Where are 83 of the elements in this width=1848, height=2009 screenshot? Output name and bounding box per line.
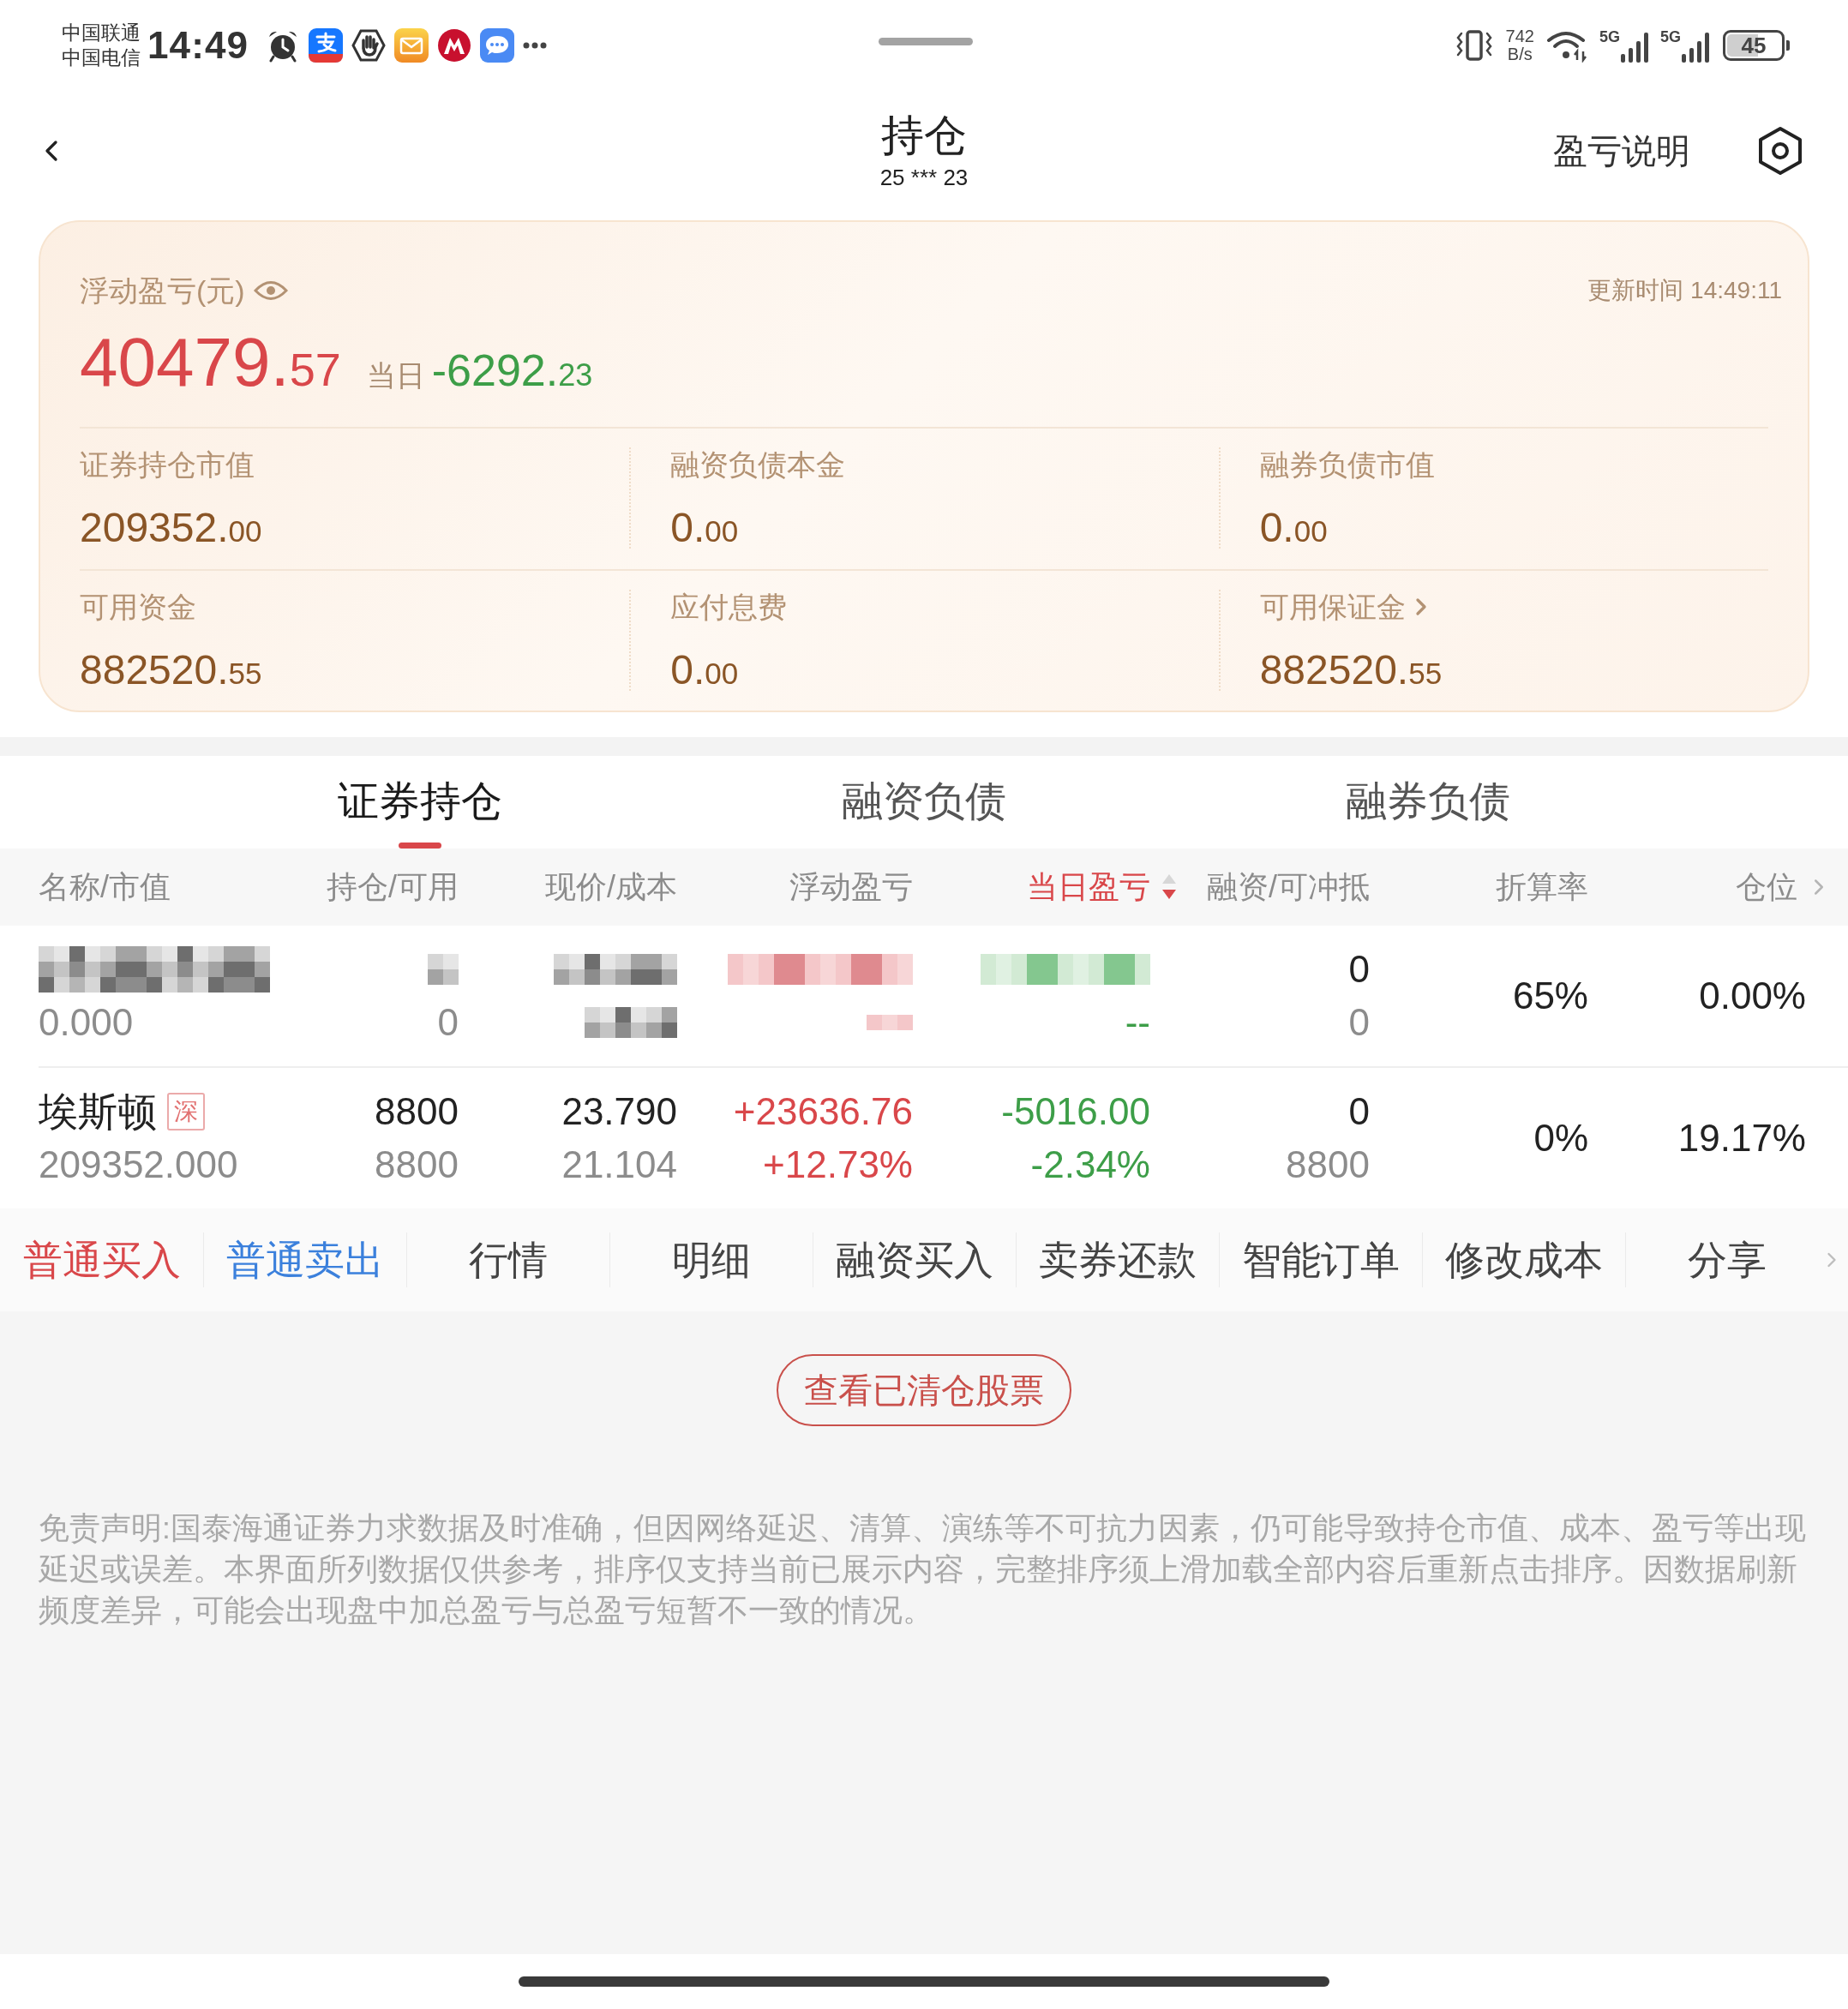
table-cell: -- [1125, 1000, 1150, 1045]
tab[interactable]: 融券负债 [1346, 776, 1510, 827]
table-cell: +12.73% [763, 1142, 913, 1187]
chat-bubble-icon [480, 27, 515, 63]
disclaimer-text: 免责声明:国泰海通证券力求数据及时准确，但因网络延迟、清算、演练等不可抗力因素，仍可能导致持仓市值、成本、盈亏等出现延迟或误差。本界面所列数据仅供参考，排序仅支持当前已展示内容，完整排序须上滑加载全部内容后重新点击排序。因数据刷新频度差异，可能会出现盘中加总盈亏与总盈亏短暂不一致的情况。 [37, 1510, 1807, 1629]
table-cell: 0.00% [1699, 974, 1806, 1018]
pull-handle[interactable] [879, 38, 973, 45]
action-button[interactable]: 融资买入 [813, 1232, 1016, 1287]
action-button[interactable]: 普通卖出 [203, 1232, 406, 1287]
cleared-stocks-button[interactable]: 查看已清仓股票 [777, 1354, 1071, 1426]
tab[interactable]: 融资负债 [842, 776, 1006, 827]
table-cell: 8800 [375, 1089, 459, 1134]
table-cell: 8800 [375, 1142, 459, 1187]
network-type-label: 5G [1599, 27, 1620, 45]
table-cell: -5016.00 [1001, 1089, 1150, 1134]
column-header[interactable]: 折算率 [1496, 868, 1588, 906]
network-type-label: 5G [1660, 27, 1681, 45]
network-speed-value: 742 [1505, 27, 1534, 45]
action-button[interactable]: 分享 [1625, 1232, 1828, 1287]
market-value: 209352.000 [39, 1142, 238, 1187]
metric-value: 882520.55 [80, 650, 262, 691]
battery-percent: 45 [1741, 33, 1767, 57]
status-time: 14:49 [147, 22, 249, 68]
table-cell: 0 [1348, 1089, 1370, 1134]
column-header[interactable]: 融资/可冲抵 [1207, 868, 1370, 906]
metric-label[interactable]: 可用保证金 [1259, 590, 1406, 624]
table-cell: 0 [1348, 1000, 1370, 1045]
eye-icon[interactable] [253, 279, 288, 302]
hand-hexagon-icon [351, 27, 387, 63]
floating-pnl-value: 40479.57 [80, 328, 341, 397]
column-header[interactable]: 持仓/可用 [327, 868, 459, 906]
column-header[interactable]: 当日盈亏 [1027, 868, 1150, 906]
column-header[interactable]: 现价/成本 [545, 868, 677, 906]
action-button[interactable]: 修改成本 [1422, 1232, 1625, 1287]
tab[interactable]: 证券持仓 [338, 776, 502, 827]
signal-bars-icon [1621, 31, 1650, 63]
market-tag: 深 [167, 1093, 205, 1130]
signal-bars-icon [1682, 31, 1711, 63]
page-title: 持仓 [881, 111, 967, 161]
stock-name: 埃斯顿 [39, 1089, 157, 1134]
table-cell: 21.104 [561, 1142, 677, 1187]
metric-value: 0.00 [670, 650, 739, 691]
table-cell: -2.34% [1030, 1142, 1150, 1187]
metric-label: 应付息费 [670, 590, 788, 624]
action-button[interactable]: 行情 [406, 1232, 609, 1287]
action-button[interactable]: 卖券还款 [1016, 1232, 1219, 1287]
app-badge-icon [309, 27, 344, 63]
column-header[interactable]: 名称/市值 [39, 868, 171, 906]
table-cell: 65% [1512, 974, 1588, 1018]
metric-label: 融券负债市值 [1259, 447, 1435, 482]
more-dots-icon [523, 41, 548, 49]
action-button[interactable]: 智能订单 [1219, 1232, 1422, 1287]
carrier-name: 中国联通 [62, 20, 141, 45]
floating-pnl-label: 浮动盈亏(元) [80, 273, 245, 308]
table-cell: 0 [437, 1000, 459, 1045]
table-cell: 0 [1348, 947, 1370, 992]
tab-underline [399, 843, 441, 849]
table-cell: 8800 [1286, 1142, 1370, 1187]
table-cell: 19.17% [1677, 1116, 1806, 1160]
bank-logo-icon [437, 27, 472, 63]
carrier-name: 中国电信 [62, 45, 141, 70]
account-number: 25 *** 23 [879, 164, 969, 192]
metric-label: 证券持仓市值 [80, 447, 255, 482]
metric-value: 209352.00 [80, 507, 262, 549]
table-cell: +23636.76 [733, 1089, 913, 1134]
metric-value: 0.00 [670, 507, 739, 549]
table-cell: 0% [1533, 1116, 1588, 1160]
update-time: 更新时间 14:49:11 [1587, 276, 1782, 305]
action-button[interactable]: 明细 [609, 1232, 813, 1287]
metric-value: 0.00 [1259, 507, 1328, 549]
metric-value: 882520.55 [1259, 650, 1443, 691]
envelope-icon [394, 27, 429, 63]
network-speed-unit: B/s [1507, 45, 1533, 63]
action-button[interactable]: 普通买入 [0, 1232, 203, 1287]
today-pnl-value: -6292.23 [431, 348, 593, 393]
metric-label: 融资负债本金 [670, 447, 846, 482]
column-header[interactable]: 浮动盈亏 [789, 868, 913, 906]
market-value: 0.000 [39, 1000, 134, 1045]
metric-label: 可用资金 [80, 590, 196, 624]
today-label: 当日 [366, 361, 425, 390]
help-link[interactable]: 盈亏说明 [1553, 130, 1690, 171]
column-header[interactable]: 仓位 [1736, 868, 1797, 906]
table-cell: 23.790 [561, 1089, 677, 1134]
